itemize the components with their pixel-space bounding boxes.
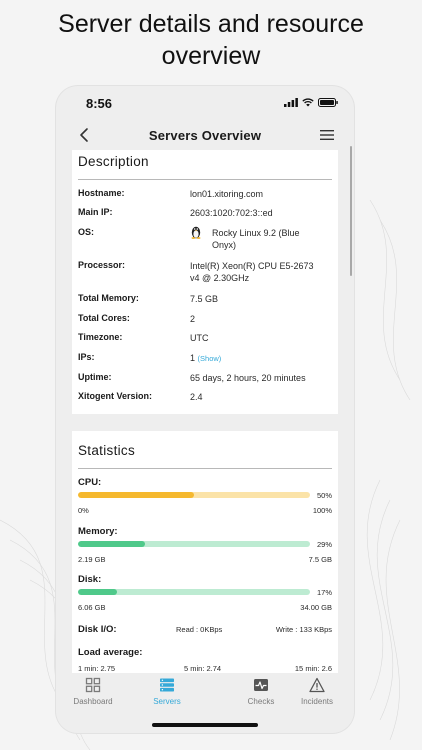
load-15-min: 15 min: 2.6 [294, 664, 332, 673]
home-indicator [152, 723, 258, 727]
timezone-value: UTC [190, 333, 209, 343]
xitogent-version-value: 2.4 [190, 392, 203, 402]
battery-icon [318, 98, 338, 107]
load-1-min: 1 min: 2.75 [78, 664, 116, 673]
description-title: Description [78, 154, 149, 169]
warning-triangle-icon [309, 677, 325, 693]
pulse-check-icon [254, 679, 268, 691]
os-value-line-2: Onyx) [212, 240, 237, 250]
total-memory-value: 7.5 GB [190, 294, 219, 304]
content-scroll-area[interactable]: Description Hostname: lon01.xitoring.com… [56, 150, 354, 673]
wifi-icon [302, 98, 314, 107]
load-average-label: Load average: [78, 647, 143, 658]
tab-dashboard[interactable]: Dashboard [56, 677, 130, 706]
tab-dashboard-label: Dashboard [73, 697, 113, 706]
promo-headline: Server details and resource overview [0, 8, 422, 72]
cpu-percent: 50% [316, 491, 332, 500]
disk-percent: 17% [316, 588, 332, 597]
status-time: 8:56 [86, 96, 113, 111]
signal-icon [284, 98, 298, 107]
memory-bar-track [78, 541, 310, 547]
timezone-label: Timezone: [78, 332, 123, 342]
disk-io-label: Disk I/O: [78, 624, 117, 635]
cpu-min: 0% [78, 506, 89, 515]
statistics-card: Statistics CPU: 50% 0% 100% Memory: 29% … [72, 431, 338, 673]
tab-checks-label: Checks [247, 697, 275, 706]
disk-io-write: Write : 133 KBps [275, 625, 332, 634]
description-divider [78, 179, 332, 180]
ips-label: IPs: [78, 352, 95, 362]
memory-label: Memory: [78, 526, 118, 537]
memory-bar-fill [78, 541, 146, 547]
processor-value-line-1: Intel(R) Xeon(R) CPU E5-2673 [190, 261, 314, 271]
bottom-tab-bar: Dashboard Servers Checks Incidents [56, 673, 354, 733]
processor-value: Intel(R) Xeon(R) CPU E5-2673 v4 @ 2.30GH… [190, 260, 330, 284]
cpu-max: 100% [312, 506, 332, 515]
hostname-label: Hostname: [78, 188, 125, 198]
hamburger-menu-icon[interactable] [320, 129, 334, 141]
dashboard-grid-icon [85, 677, 101, 693]
cpu-label: CPU: [78, 477, 102, 488]
os-value-line-1: Rocky Linux 9.2 (Blue [212, 228, 300, 238]
status-bar: 8:56 [56, 86, 354, 122]
ips-count: 1 [190, 353, 196, 363]
disk-bar-track [78, 589, 310, 595]
page-title: Servers Overview [148, 128, 262, 143]
tab-servers[interactable]: Servers [130, 677, 204, 706]
disk-used: 6.06 GB [78, 603, 106, 612]
load-5-min: 5 min: 2.74 [184, 664, 222, 673]
statistics-divider [78, 468, 332, 469]
uptime-value: 65 days, 2 hours, 20 minutes [190, 373, 306, 383]
processor-value-line-2: v4 @ 2.30GHz [190, 273, 250, 283]
phone-frame: 8:56 Servers Overview Description Hostna… [56, 86, 354, 733]
total-cores-value: 2 [190, 314, 196, 324]
os-value: Rocky Linux 9.2 (Blue Onyx) [212, 227, 332, 251]
navigation-bar: Servers Overview [56, 122, 354, 150]
ips-value: 1 (Show) [190, 352, 330, 365]
disk-bar-fill [78, 589, 118, 595]
linux-penguin-icon [191, 226, 201, 239]
hostname-value: lon01.xitoring.com [190, 189, 264, 199]
cpu-bar-track [78, 492, 310, 498]
os-label: OS: [78, 227, 95, 237]
processor-label: Processor: [78, 260, 126, 270]
total-cores-label: Total Cores: [78, 313, 130, 323]
disk-label: Disk: [78, 574, 102, 585]
headline-line-1: Server details and resource [58, 10, 364, 38]
main-ip-value: 2603:1020:702:3::ed [190, 208, 273, 218]
tab-incidents-label: Incidents [300, 697, 334, 706]
servers-stack-icon [160, 678, 174, 692]
memory-used: 2.19 GB [78, 555, 106, 564]
main-ip-label: Main IP: [78, 207, 113, 217]
total-memory-label: Total Memory: [78, 293, 139, 303]
description-card: Description Hostname: lon01.xitoring.com… [72, 150, 338, 414]
uptime-label: Uptime: [78, 372, 112, 382]
tab-incidents[interactable]: Incidents [280, 677, 354, 706]
xitogent-version-label: Xitogent Version: [78, 391, 153, 401]
show-ips-link[interactable]: (Show) [198, 354, 222, 363]
status-icons [284, 98, 338, 107]
scrollbar[interactable] [350, 146, 352, 276]
statistics-title: Statistics [78, 443, 136, 458]
disk-total: 34.00 GB [300, 603, 332, 612]
memory-total: 7.5 GB [308, 555, 332, 564]
disk-io-read: Read : 0KBps [176, 625, 223, 634]
cpu-bar-fill [78, 492, 194, 498]
memory-percent: 29% [316, 540, 332, 549]
headline-line-2: overview [161, 42, 261, 70]
tab-servers-label: Servers [153, 697, 181, 706]
